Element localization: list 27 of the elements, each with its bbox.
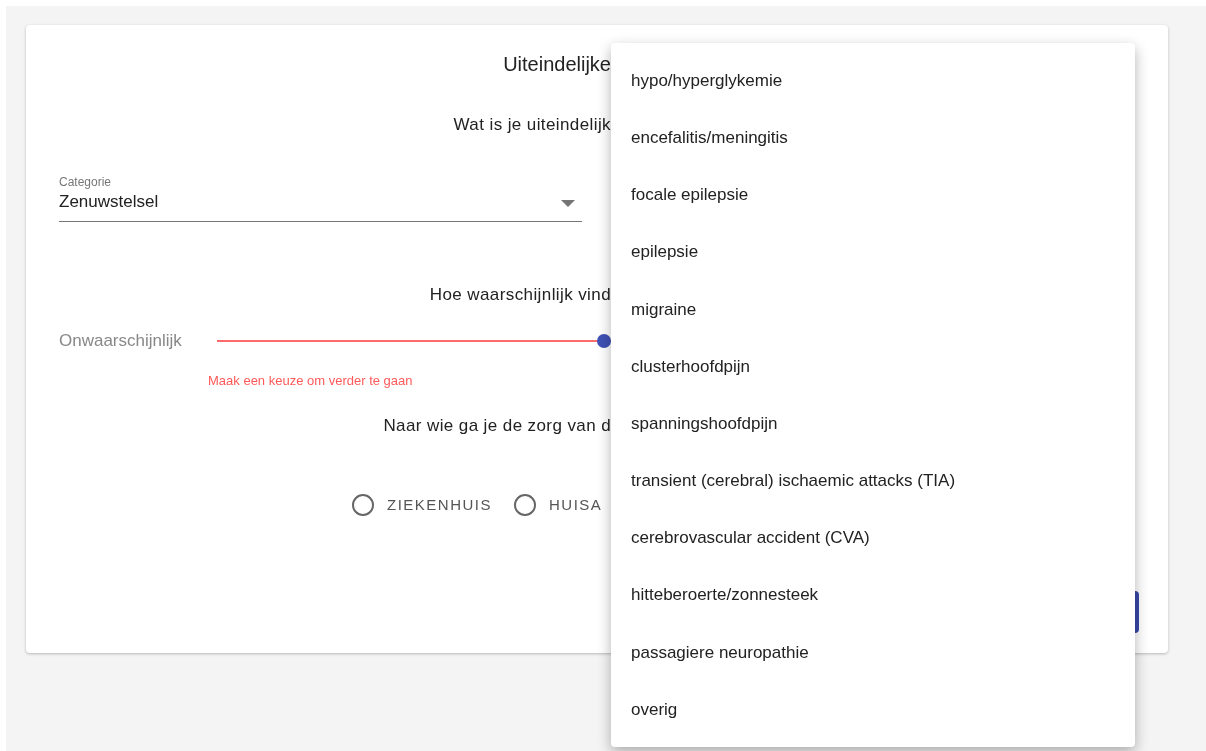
category-select[interactable]: Categorie Zenuwstelsel xyxy=(59,174,582,222)
menu-item[interactable]: hitteberoerte/zonnesteek xyxy=(611,566,1135,624)
menu-item[interactable]: passagiere neuropathie xyxy=(611,623,1135,681)
radio-button[interactable] xyxy=(352,494,374,516)
menu-item[interactable]: hypo/hyperglykemie xyxy=(611,52,1135,110)
error-message: Maak een keuze om verder te gaan xyxy=(208,373,413,388)
menu-item[interactable]: overig xyxy=(611,680,1135,739)
dropdown-caret-icon xyxy=(561,200,575,207)
question-text: Naar wie ga je de zorg van d xyxy=(383,415,611,437)
radio-button[interactable] xyxy=(514,494,536,516)
menu-item[interactable]: cerebrovascular accident (CVA) xyxy=(611,509,1135,567)
menu-item[interactable]: spanningshoofdpijn xyxy=(611,395,1135,453)
radio-label: ZIEKENHUIS xyxy=(387,494,492,515)
card-title: Uiteindelijke xyxy=(503,52,611,77)
field-label: Categorie xyxy=(59,174,112,190)
question-text: Wat is je uiteindelijk xyxy=(453,114,611,136)
menu-item[interactable]: focale epilepsie xyxy=(611,166,1135,224)
menu-item[interactable]: encefalitis/meningitis xyxy=(611,109,1135,167)
slider-min-label: Onwaarschijnlijk xyxy=(59,330,183,353)
menu-item[interactable]: transient (cerebral) ischaemic attacks (TIA) xyxy=(611,452,1135,510)
field-value: Zenuwstelsel xyxy=(59,191,159,213)
menu-item[interactable]: clusterhoofdpijn xyxy=(611,337,1135,396)
menu-item[interactable]: epilepsie xyxy=(611,223,1135,281)
slider-thumb[interactable] xyxy=(596,334,611,348)
radio-label: HUISA xyxy=(549,494,603,515)
question-text: Hoe waarschijnlijk vind xyxy=(429,284,611,306)
menu-item[interactable]: migraine xyxy=(611,280,1135,338)
